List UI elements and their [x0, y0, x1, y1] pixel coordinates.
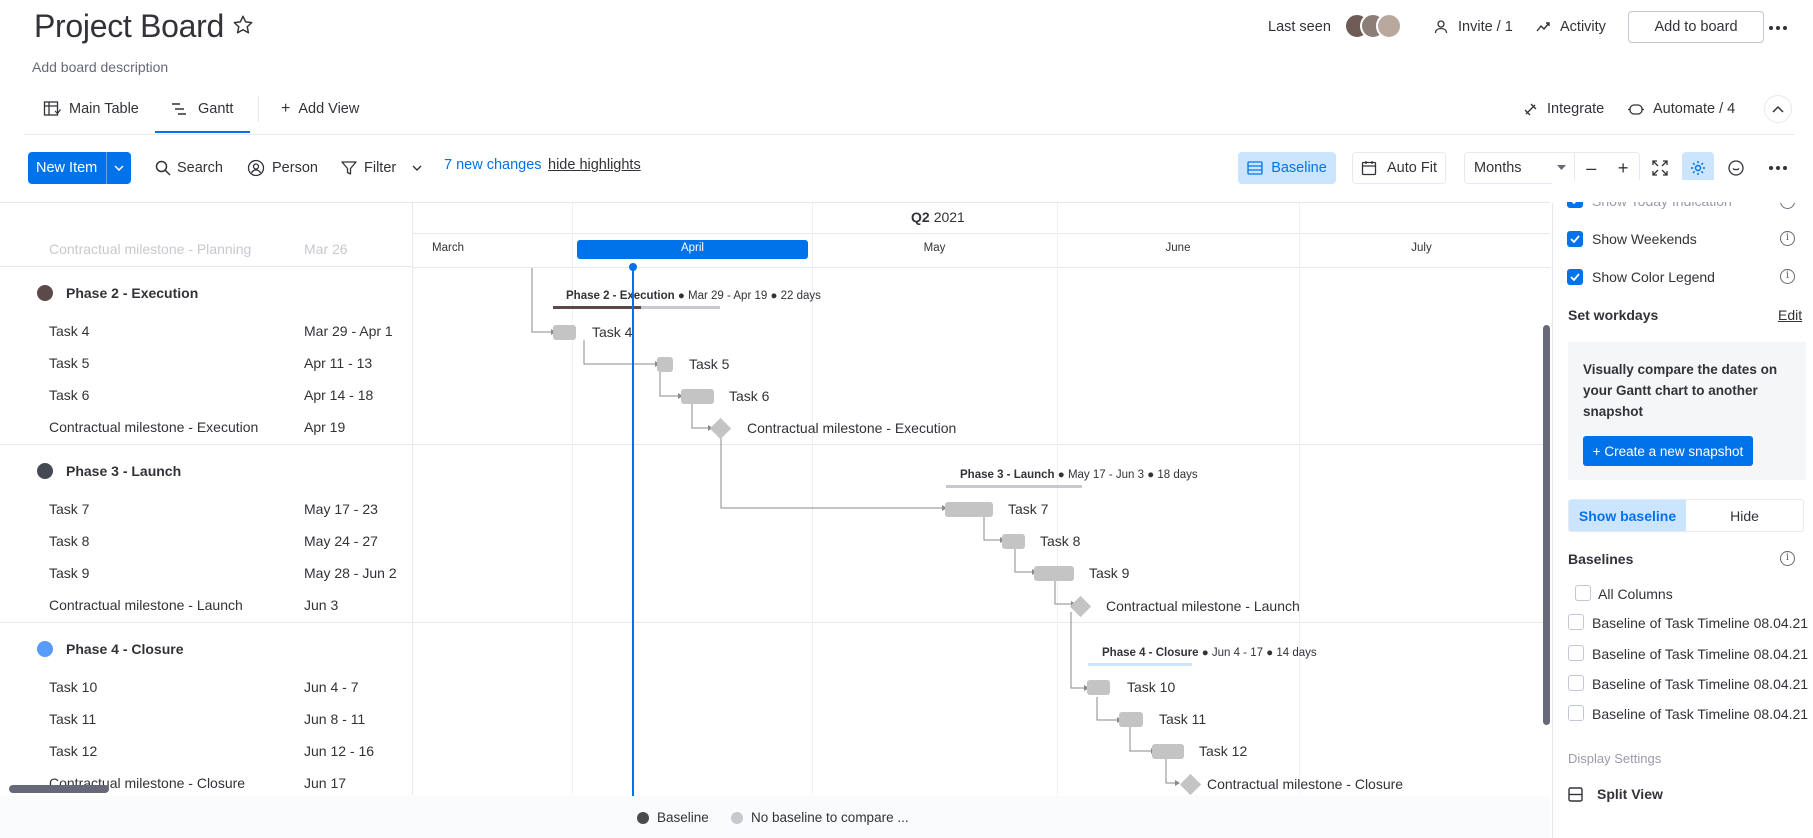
baseline-checkbox[interactable] [1568, 675, 1584, 691]
add-to-board-button[interactable]: Add to board [1628, 11, 1764, 43]
snapshot-card: Visually compare the dates on your Gantt… [1568, 342, 1806, 480]
automate-button[interactable]: Automate / 4 [1627, 98, 1735, 120]
phase-summary-label: Phase 2 - Execution ● Mar 29 - Apr 19 ● … [566, 290, 821, 302]
robot-icon [1627, 101, 1645, 117]
bar-label: Task 5 [689, 356, 730, 372]
phase-summary-dates: Jun 4 - 17 [1211, 647, 1264, 659]
phase-baseline-bar [1088, 663, 1192, 666]
add-to-board-label: Add to board [1654, 19, 1738, 35]
panel-scroll-mask [1552, 180, 1813, 202]
vertical-scrollbar[interactable] [1543, 325, 1550, 725]
bar-label: Task 12 [1199, 743, 1248, 759]
split-view-icon [1568, 786, 1583, 802]
more-options-icon[interactable] [1764, 162, 1792, 174]
legend-baseline-label: Baseline [657, 810, 709, 825]
show-color-legend-checkbox[interactable] [1567, 269, 1583, 285]
show-weekends-label: Show Weekends [1592, 231, 1697, 247]
task-bar[interactable] [1152, 744, 1184, 759]
info-icon[interactable]: i [1780, 231, 1795, 246]
bar-label: Task 4 [592, 324, 633, 340]
baseline-item-label: Baseline of Task Timeline 08.04.21 [1592, 706, 1809, 722]
bar-label: Contractual milestone - Launch [1106, 598, 1300, 614]
bar-label: Task 9 [1089, 565, 1130, 581]
bar-label: Task 8 [1040, 533, 1081, 549]
bar-label: Task 7 [1008, 501, 1049, 517]
task-bar[interactable] [1119, 712, 1143, 727]
bar-label: Task 10 [1127, 679, 1176, 695]
integrate-label: Integrate [1547, 101, 1605, 117]
phase-summary-days: 14 days [1276, 647, 1317, 659]
gear-icon [1690, 160, 1706, 176]
zoom-in-button[interactable]: + [1607, 158, 1639, 179]
legend-bar: Baseline No baseline to compare ... [0, 796, 1550, 838]
collapse-header-button[interactable] [1764, 95, 1792, 123]
baseline-item-label: Baseline of Task Timeline 08.04.21 [1592, 646, 1809, 662]
today-line [632, 266, 634, 796]
hide-baseline-option[interactable]: Hide [1686, 500, 1803, 531]
task-bar[interactable] [657, 357, 673, 372]
task-bar[interactable] [1002, 534, 1025, 549]
split-view-option[interactable]: Split View [1568, 786, 1663, 802]
create-snapshot-button[interactable]: + Create a new snapshot [1583, 436, 1753, 466]
bar-label: Task 11 [1159, 711, 1207, 727]
phase-summary-name: Phase 2 - Execution [566, 290, 675, 302]
show-weekends-checkbox[interactable] [1567, 231, 1583, 247]
set-workdays-label: Set workdays [1568, 307, 1659, 323]
edit-workdays-link[interactable]: Edit [1778, 307, 1802, 323]
phase-summary-name: Phase 4 - Closure [1102, 647, 1199, 659]
baseline-checkbox[interactable] [1568, 705, 1584, 721]
automate-label: Automate / 4 [1653, 101, 1736, 117]
baseline-toggle: Show baseline Hide [1568, 499, 1804, 532]
phase-summary-name: Phase 3 - Launch [960, 469, 1055, 481]
split-view-label: Split View [1597, 786, 1663, 802]
phase-summary-dates: Mar 29 - Apr 19 [688, 290, 768, 302]
zoom-out-button[interactable]: – [1575, 158, 1607, 179]
snapshot-description: Visually compare the dates on your Gantt… [1583, 362, 1778, 419]
baseline-checkbox[interactable] [1568, 645, 1584, 661]
legend-no-baseline-label: No baseline to compare ... [751, 810, 909, 825]
legend-baseline-dot [637, 811, 649, 824]
phase-summary-label: Phase 3 - Launch ● May 17 - Jun 3 ● 18 d… [960, 469, 1198, 481]
show-baseline-option[interactable]: Show baseline [1569, 500, 1686, 531]
phase-summary-days: 22 days [780, 290, 821, 302]
task-bar[interactable] [681, 389, 714, 404]
caret-down-icon [1556, 165, 1566, 171]
phase-progress-bar [553, 306, 641, 309]
phase-summary-label: Phase 4 - Closure ● Jun 4 - 17 ● 14 days [1102, 647, 1317, 659]
show-color-legend-label: Show Color Legend [1592, 269, 1715, 285]
all-columns-checkbox[interactable] [1575, 585, 1591, 601]
bar-label: Contractual milestone - Closure [1207, 776, 1404, 792]
fullscreen-icon[interactable] [1650, 158, 1670, 178]
more-options-icon[interactable] [1764, 18, 1792, 38]
legend-no-baseline-dot [731, 811, 743, 824]
display-settings-label: Display Settings [1568, 751, 1662, 766]
task-bar[interactable] [945, 502, 993, 517]
dependency-lines [531, 268, 1180, 786]
bar-label: Task 6 [729, 388, 770, 404]
chevron-up-icon [1772, 105, 1784, 113]
activity-label: Activity [1560, 19, 1606, 35]
task-bar[interactable] [1034, 566, 1074, 581]
baseline-item-label: Baseline of Task Timeline 08.04.21 [1592, 615, 1809, 631]
all-columns-label: All Columns [1598, 586, 1673, 602]
info-icon[interactable]: i [1780, 269, 1795, 284]
baseline-checkbox[interactable] [1568, 614, 1584, 630]
bar-label: Contractual milestone - Execution [747, 420, 957, 436]
phase-summary-dates: May 17 - Jun 3 [1067, 469, 1145, 481]
today-marker [629, 263, 637, 271]
phase-summary-days: 18 days [1157, 469, 1198, 481]
baselines-title: Baselines [1568, 551, 1634, 567]
chat-icon[interactable] [1726, 158, 1746, 178]
task-bar[interactable] [1087, 680, 1110, 695]
baseline-item-label: Baseline of Task Timeline 08.04.21 [1592, 676, 1809, 692]
phase-baseline-bar [946, 485, 1082, 488]
info-icon[interactable]: i [1780, 551, 1795, 566]
task-bar[interactable] [553, 325, 576, 340]
